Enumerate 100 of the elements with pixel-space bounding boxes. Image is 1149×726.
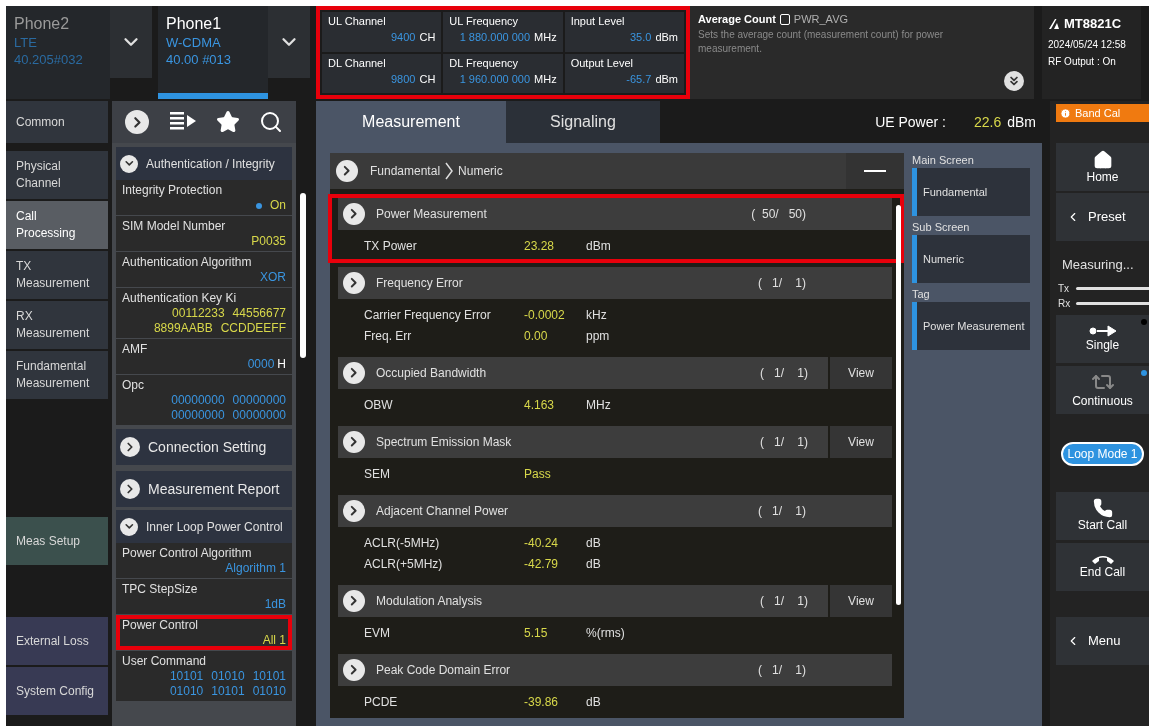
scrollbar[interactable] xyxy=(896,205,901,605)
model-name: MT8821C xyxy=(1064,15,1122,33)
continuous-button[interactable]: Continuous xyxy=(1056,365,1149,414)
setting-row[interactable]: User Command 10101 01010 10101 01010 10101 01010 xyxy=(116,651,292,702)
unit-text: dBm xyxy=(1007,112,1036,132)
result-header[interactable]: Frequency Error ( 1/ 1) xyxy=(338,267,892,299)
setting-value: 10101 xyxy=(252,669,286,684)
chevron-icon xyxy=(343,500,365,522)
result-label: OBW xyxy=(364,397,394,414)
result-header[interactable]: Adjacent Channel Power ( 1/ 1) xyxy=(338,495,892,527)
result-value: 4.163 xyxy=(524,397,556,414)
nav-item[interactable]: Physical Channel xyxy=(6,151,108,199)
unit-text: kHz xyxy=(586,307,607,324)
setting-row[interactable]: Power Control Algorithm Algorithm 1 xyxy=(116,543,292,579)
result-header[interactable]: Modulation Analysis ( 1/ 1) xyxy=(338,585,828,617)
setting-value: 01010 xyxy=(252,684,286,699)
setting-label: Power Control Algorithm xyxy=(122,545,253,561)
setting-row[interactable]: TPC StepSize 1dB xyxy=(116,579,292,615)
minimize-button[interactable] xyxy=(846,153,904,189)
result-title: Adjacent Channel Power xyxy=(376,503,509,520)
end-call-button[interactable]: End Call xyxy=(1056,542,1149,591)
result-label: Freq. Err xyxy=(364,328,413,345)
setting-value: 1dB xyxy=(264,597,286,612)
favorite-icon[interactable] xyxy=(216,110,241,134)
radio-system: LTE xyxy=(14,34,38,51)
nav-item[interactable]: RX Measurement xyxy=(6,301,108,349)
breadcrumb-item[interactable]: Fundamental xyxy=(370,162,441,180)
result-value: -0.0002 xyxy=(524,307,566,324)
screen-button[interactable]: Numeric xyxy=(912,235,1030,283)
parameter-cell[interactable]: Input Level 35.0 dBm xyxy=(564,12,684,52)
nav-item[interactable]: Call Processing xyxy=(6,201,108,249)
setting-row[interactable]: Opc 00000000 00000000 00000000 00000000 xyxy=(116,375,292,426)
parameter-cell[interactable]: DL Channel 9800 CH xyxy=(322,53,442,93)
rf-output-status: RF Output : On xyxy=(1048,54,1117,69)
nav-item[interactable]: Fundamental Measurement xyxy=(6,351,108,399)
result-header[interactable]: Power Measurement ( 50/ 50) xyxy=(338,198,892,230)
screen-button[interactable]: Fundamental xyxy=(912,168,1030,216)
unit-text: CH xyxy=(419,71,436,87)
parameter-label: UL Channel xyxy=(328,14,387,29)
version-text: 40.00 #013 xyxy=(166,51,233,68)
phone-tab[interactable]: Phone2 LTE 40.205#032 xyxy=(6,6,110,99)
unit-text: dBm xyxy=(655,30,678,45)
unit-text: MHz xyxy=(586,397,611,414)
parameter-cell[interactable]: DL Frequency 1 960.000 000 MHz xyxy=(443,53,563,93)
nav-item[interactable]: Common xyxy=(6,101,108,143)
parameter-label: Output Level xyxy=(570,55,635,71)
nav-item[interactable]: Meas Setup xyxy=(6,517,108,565)
parameter-cell[interactable]: Output Level -65.7 dBm xyxy=(564,53,684,93)
section-header[interactable]: Inner Loop Power Control xyxy=(116,510,292,543)
nav-item[interactable]: System Config xyxy=(6,667,108,715)
setting-row[interactable]: Power Control All 1 xyxy=(116,615,292,651)
chevron-icon xyxy=(336,160,358,182)
result-label: ACLR(-5MHz) xyxy=(364,535,441,552)
view-button[interactable]: View xyxy=(830,426,892,458)
hang-up-icon xyxy=(1090,553,1115,565)
chevron-icon xyxy=(343,203,365,225)
phone-name: Phone2 xyxy=(14,14,71,34)
result-header[interactable]: Spectrum Emission Mask ( 1/ 1) xyxy=(338,426,828,458)
result-label: ACLR(+5MHz) xyxy=(364,556,444,573)
nav-item[interactable]: TX Measurement xyxy=(6,251,108,299)
search-icon[interactable] xyxy=(258,110,283,134)
tab[interactable]: Signaling xyxy=(506,101,660,143)
parameter-cell[interactable]: UL Frequency 1 880.000 000 MHz xyxy=(443,12,563,52)
setting-value: 00000000 xyxy=(232,408,286,423)
screen-heading: Sub Screen xyxy=(912,220,971,234)
unit-text: MHz xyxy=(534,30,557,45)
result-header[interactable]: Peak Code Domain Error ( 1/ 1) xyxy=(338,654,892,686)
start-call-button[interactable]: Start Call xyxy=(1056,491,1149,540)
unit-text: H xyxy=(277,357,286,372)
menu-button[interactable]: Menu xyxy=(1056,616,1149,665)
chevron-icon xyxy=(343,590,365,612)
section-header[interactable]: Authentication / Integrity xyxy=(116,147,292,180)
screen-button[interactable]: Power Measurement xyxy=(912,302,1030,350)
setting-value: 00000000 xyxy=(171,408,225,423)
unit-text: dB xyxy=(586,556,601,573)
result-header[interactable]: Occupied Bandwidth ( 1/ 1) xyxy=(338,357,828,389)
section-header[interactable]: Measurement Report xyxy=(116,471,292,507)
setting-row[interactable]: Authentication Key Ki 00112233 44556677 8899AABB CCDDEEFF xyxy=(116,288,292,339)
single-button[interactable]: Single xyxy=(1056,314,1149,363)
view-button[interactable]: View xyxy=(830,585,892,617)
rx-label: Rx xyxy=(1058,296,1072,311)
more-button[interactable] xyxy=(1004,71,1024,91)
breadcrumb-item[interactable]: Numeric xyxy=(458,162,503,180)
tab[interactable]: Measurement xyxy=(316,101,506,143)
home-icon xyxy=(1092,149,1113,170)
help-title: Average Count xyxy=(698,12,776,27)
phone-tab[interactable]: Phone1 W-CDMA 40.00 #013 xyxy=(158,6,268,99)
scrollbar[interactable] xyxy=(300,193,306,358)
home-button[interactable]: Home xyxy=(1056,143,1149,191)
setting-row[interactable]: SIM Model Number P0035 xyxy=(116,216,292,252)
setting-row[interactable]: AMF 0000 H xyxy=(116,339,292,375)
nav-item[interactable]: External Loss xyxy=(6,617,108,665)
setting-row[interactable]: Integrity Protection On xyxy=(116,180,292,216)
setting-row[interactable]: Authentication Algorithm XOR xyxy=(116,252,292,288)
preset-button[interactable]: Preset xyxy=(1056,193,1149,241)
view-button[interactable]: View xyxy=(830,357,892,389)
parameter-cell[interactable]: UL Channel 9400 CH xyxy=(322,12,442,52)
result-label: PCDE xyxy=(364,694,399,711)
parameter-label: DL Frequency xyxy=(449,55,519,71)
section-header[interactable]: Connection Setting xyxy=(116,429,292,465)
